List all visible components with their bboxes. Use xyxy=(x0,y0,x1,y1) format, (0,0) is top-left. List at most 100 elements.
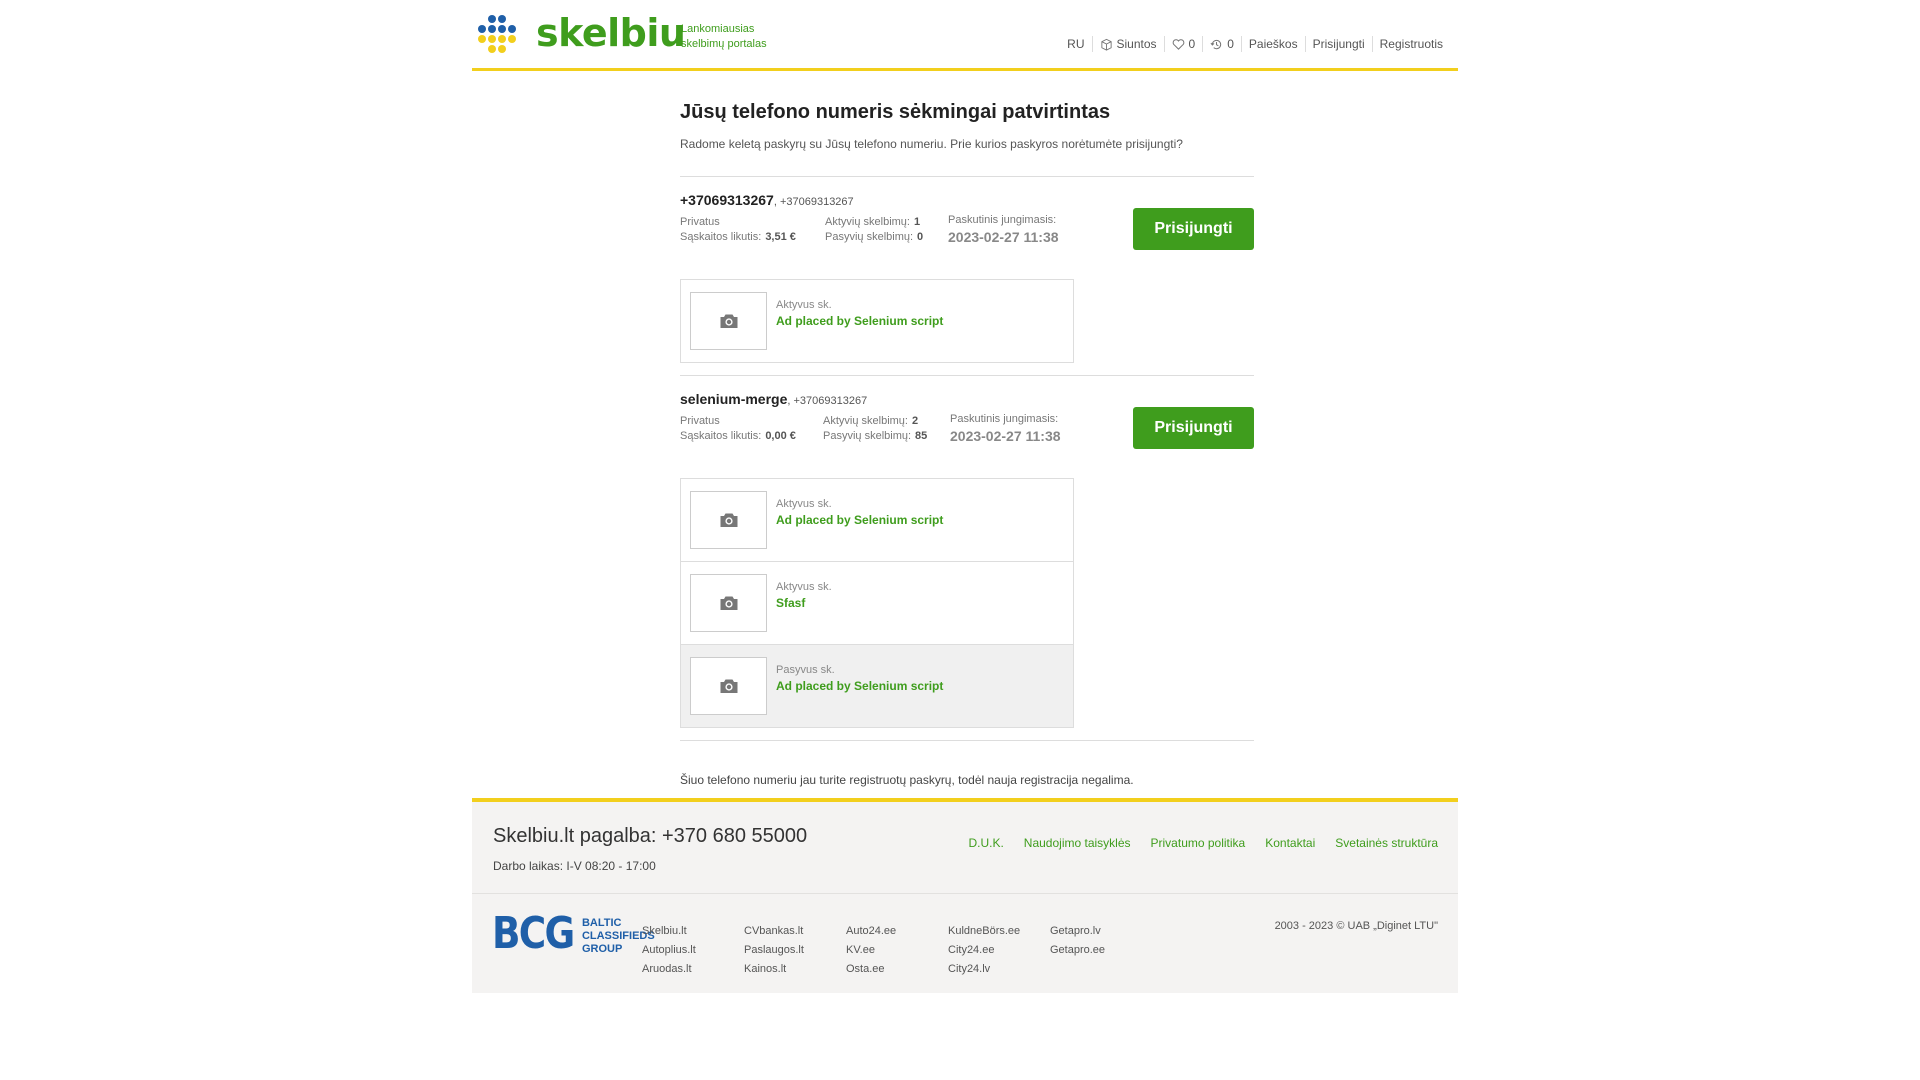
tagline-line1: Lankomiausias xyxy=(681,23,755,35)
last-login-col: Paskutinis jungimasis: 2023-02-27 11:38 xyxy=(948,213,1059,245)
nav-siuntos-label: Siuntos xyxy=(1116,37,1157,51)
footer-divider xyxy=(472,893,1458,894)
ads-count-col: Aktyvių skelbimų: 2 Pasyvių skelbimų: 85 xyxy=(823,414,927,444)
main-content: Jūsų telefono numeris sėkmingai patvirti… xyxy=(680,90,1254,787)
nav-paieskos-label: Paieškos xyxy=(1248,37,1298,51)
login-button[interactable]: Prisijungti xyxy=(1133,208,1254,250)
partner-link[interactable]: Kainos.lt xyxy=(744,960,804,979)
logo[interactable]: skelbiu xyxy=(478,11,686,55)
account-card: selenium-merge, +37069313267 Privatus Są… xyxy=(680,376,1254,728)
favorites-count: 0 xyxy=(1188,37,1196,51)
nav-favorites[interactable]: 0 xyxy=(1163,36,1203,52)
partner-links-col: Auto24.ee KV.ee Osta.ee xyxy=(846,922,896,979)
history-icon xyxy=(1210,39,1222,49)
ads-count-col: Aktyvių skelbimų: 1 Pasyvių skelbimų: 0 xyxy=(825,215,923,245)
balance-label: Sąskaitos likutis: xyxy=(680,231,762,243)
partner-links-col: CVbankas.lt Paslaugos.lt Kainos.lt xyxy=(744,922,804,979)
nav-ru-label: RU xyxy=(1067,37,1085,51)
last-login-col: Paskutinis jungimasis: 2023-02-27 11:38 xyxy=(950,412,1061,444)
account-info: Privatus Sąskaitos likutis: 3,51 € Aktyvi… xyxy=(680,208,1254,263)
registration-note: Šiuo telefono numeriu jau turite registr… xyxy=(680,773,1134,787)
partner-link[interactable]: City24.ee xyxy=(948,941,1020,960)
nav-siuntos[interactable]: Siuntos xyxy=(1091,36,1164,52)
account-card: +37069313267, +37069313267 Privatus Sąsk… xyxy=(680,177,1254,363)
package-icon xyxy=(1100,38,1112,51)
support-phone: Skelbiu.lt pagalba: +370 680 55000 xyxy=(493,825,808,847)
passive-ads-label: Pasyvių skelbimų: xyxy=(825,231,914,243)
partner-link[interactable]: City24.lv xyxy=(948,960,1020,979)
footer-links: D.U.K. Naudojimo taisyklės Privatumo pol… xyxy=(948,836,1438,850)
last-login-value: 2023-02-27 11:38 xyxy=(948,229,1059,245)
account-phone: , +37069313267 xyxy=(787,395,868,407)
nav-prisijungti[interactable]: Prisijungti xyxy=(1304,36,1372,52)
partner-link[interactable]: Getapro.ee xyxy=(1050,941,1105,960)
page-title: Jūsų telefono numeris sėkmingai patvirti… xyxy=(680,101,1111,123)
account-name: selenium-merge xyxy=(680,391,788,407)
partner-link[interactable]: Skelbiu.lt xyxy=(642,922,696,941)
passive-ads-label: Pasyvių skelbimų: xyxy=(823,430,912,442)
balance-value: 0,00 € xyxy=(765,430,796,442)
partner-link[interactable]: Getapro.lv xyxy=(1050,922,1105,941)
account-name: +37069313267 xyxy=(680,192,774,208)
partner-link[interactable]: Aruodas.lt xyxy=(642,960,696,979)
footer-link-sitemap[interactable]: Svetainės struktūra xyxy=(1335,836,1438,850)
ad-item-passive[interactable]: Pasyvus sk. Ad placed by Selenium script xyxy=(681,644,1073,727)
partner-link[interactable]: KuldneBörs.ee xyxy=(948,922,1020,941)
page: skelbiu Lankomiausias skelbimų portalas … xyxy=(0,0,1920,1080)
copyright: 2003 - 2023 © UAB „Diginet LTU" xyxy=(1274,920,1438,932)
ad-item[interactable]: Aktyvus sk. Ad placed by Selenium script xyxy=(681,479,1073,561)
top-nav: RU Siuntos 0 0 Paieškos Prisijungti Regi… xyxy=(1060,36,1450,52)
ad-item[interactable]: Aktyvus sk. Ad placed by Selenium script xyxy=(681,280,1073,362)
nav-registruotis[interactable]: Registruotis xyxy=(1371,36,1450,52)
partner-link[interactable]: CVbankas.lt xyxy=(744,922,804,941)
partner-links-col: KuldneBörs.ee City24.ee City24.lv xyxy=(948,922,1020,979)
active-ads-label: Aktyvių skelbimų: xyxy=(825,216,910,228)
ad-status: Aktyvus sk. xyxy=(776,581,832,593)
login-button[interactable]: Prisijungti xyxy=(1133,407,1254,449)
page-subtitle: Radome keletą paskyrų su Jūsų telefono n… xyxy=(680,137,1183,151)
ad-title-link[interactable]: Sfasf xyxy=(776,596,805,610)
balance-value: 3,51 € xyxy=(765,231,796,243)
bcg-logo[interactable]: BCG BALTIC CLASSIFIEDS GROUP xyxy=(492,912,655,956)
active-ads-value: 2 xyxy=(911,415,919,427)
camera-icon xyxy=(720,513,737,527)
partner-link[interactable]: Paslaugos.lt xyxy=(744,941,804,960)
footer-link-contacts[interactable]: Kontaktai xyxy=(1265,836,1315,850)
active-ads-label: Aktyvių skelbimų: xyxy=(823,415,908,427)
history-count: 0 xyxy=(1227,37,1234,51)
account-phone: , +37069313267 xyxy=(773,196,854,208)
footer-link-duk[interactable]: D.U.K. xyxy=(968,836,1003,850)
nav-language-ru[interactable]: RU xyxy=(1060,36,1091,52)
nav-registruotis-label: Registruotis xyxy=(1379,37,1443,51)
passive-ads-value: 85 xyxy=(915,430,928,442)
partner-links-col: Getapro.lv Getapro.ee xyxy=(1050,922,1105,960)
camera-icon xyxy=(720,314,737,328)
ad-item[interactable]: Aktyvus sk. Sfasf xyxy=(681,561,1073,644)
last-login-value: 2023-02-27 11:38 xyxy=(950,428,1061,444)
camera-icon xyxy=(720,596,737,610)
ad-title-link[interactable]: Ad placed by Selenium script xyxy=(776,679,943,693)
ad-title-link[interactable]: Ad placed by Selenium script xyxy=(776,513,943,527)
ad-status: Aktyvus sk. xyxy=(776,498,832,510)
account-type: Privatus xyxy=(680,216,720,228)
nav-history[interactable]: 0 xyxy=(1202,36,1241,52)
partner-link[interactable]: Auto24.ee xyxy=(846,922,896,941)
last-login-label: Paskutinis jungimasis: xyxy=(950,413,1059,425)
bcg-logo-mark: BCG xyxy=(492,908,575,959)
last-login-label: Paskutinis jungimasis: xyxy=(948,214,1057,226)
account-type: Privatus xyxy=(680,415,720,427)
partner-link[interactable]: Autoplius.lt xyxy=(642,941,696,960)
ad-thumbnail xyxy=(690,491,767,549)
footer-link-privacy[interactable]: Privatumo politika xyxy=(1151,836,1246,850)
footer-link-rules[interactable]: Naudojimo taisyklės xyxy=(1024,836,1131,850)
account-type-col: Privatus Sąskaitos likutis: 3,51 € xyxy=(680,215,796,245)
ad-status: Pasyvus sk. xyxy=(776,664,835,676)
camera-icon xyxy=(720,679,737,693)
ads-list: Aktyvus sk. Ad placed by Selenium script xyxy=(680,279,1074,363)
partner-link[interactable]: KV.ee xyxy=(846,941,896,960)
partner-link[interactable]: Osta.ee xyxy=(846,960,896,979)
ad-thumbnail xyxy=(690,574,767,632)
logo-text: skelbiu xyxy=(536,11,686,55)
nav-paieskos[interactable]: Paieškos xyxy=(1240,36,1305,52)
ad-title-link[interactable]: Ad placed by Selenium script xyxy=(776,314,943,328)
